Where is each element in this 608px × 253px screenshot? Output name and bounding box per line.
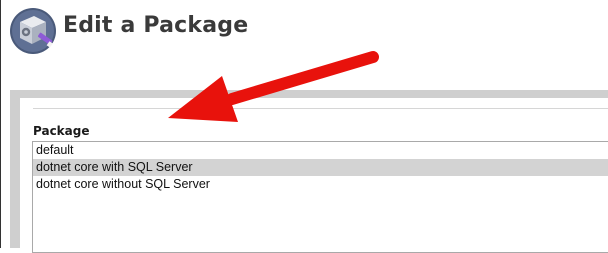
package-listbox[interactable]: default dotnet core with SQL Server dotn… — [32, 141, 608, 253]
package-option-dotnet-core-without-sql-server[interactable]: dotnet core without SQL Server — [33, 176, 608, 193]
page-title: Edit a Package — [63, 13, 249, 38]
panel-divider — [33, 108, 608, 109]
page-header: Edit a Package — [0, 0, 608, 60]
package-option-dotnet-core-with-sql-server[interactable]: dotnet core with SQL Server — [33, 159, 608, 176]
package-settings-icon — [10, 8, 56, 54]
package-option-default[interactable]: default — [33, 142, 608, 159]
package-field-label: Package — [33, 124, 90, 138]
